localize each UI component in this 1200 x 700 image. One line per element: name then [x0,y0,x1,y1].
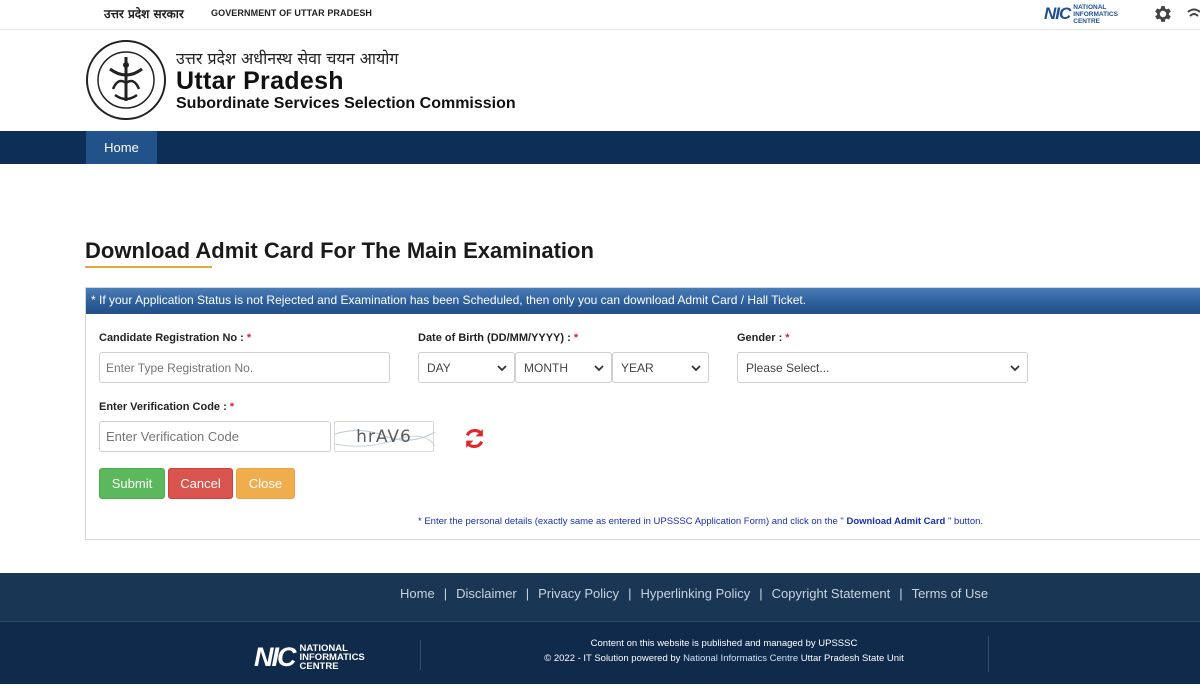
footer-separator: | [525,586,530,601]
gender-select[interactable]: Please Select... [737,352,1028,383]
dob-year-select[interactable]: YEAR [612,352,709,383]
gear-icon[interactable] [1152,3,1174,25]
footer-link-hyperlinking-policy[interactable]: Hyperlinking Policy [640,586,750,601]
gender-value: Please Select... [746,360,830,375]
footer-links-bar: Home | Disclaimer | Privacy Policy | Hyp… [0,573,1200,621]
required-mark: * [229,401,235,413]
footer-bottom: NIC NATIONAL INFORMATICS CENTRE Content … [0,621,1200,684]
gender-label: Gender : * [737,332,790,344]
footer-link-terms[interactable]: Terms of Use [912,586,989,601]
chevron-down-icon [691,365,701,372]
accessibility-icon[interactable] [1186,6,1200,24]
footer-separator: | [759,586,763,601]
chevron-down-icon [497,365,507,372]
footer-separator: | [899,586,903,601]
dob-label: Date of Birth (DD/MM/YYYY) : * [418,332,579,344]
chevron-down-icon [594,365,604,372]
org-hindi-name: उत्तर प्रदेश अधीनस्थ सेवा चयन आयोग [176,49,399,68]
footer-link-copyright[interactable]: Copyright Statement [772,586,891,601]
dob-day-value: DAY [427,360,451,375]
footer-separator: | [628,586,632,601]
footer-nic-link[interactable]: National Informatics Centre [683,653,798,664]
registration-input[interactable] [99,352,390,383]
instruction-note: * Enter the personal details (exactly sa… [418,516,984,527]
dob-day-select[interactable]: DAY [418,352,515,383]
title-underline [85,266,212,268]
main-nav: Home [0,131,1200,164]
up-government-emblem-icon[interactable] [85,39,167,121]
footer-link-home[interactable]: Home [400,586,435,601]
admit-card-form-panel: * If your Application Status is not Reje… [85,287,1200,540]
required-mark: * [246,332,252,344]
notice-banner: * If your Application Status is not Reje… [86,288,1200,314]
footer-content-note: Content on this website is published and… [590,638,858,649]
government-bar: उत्तर प्रदेश सरकार GOVERNMENT OF UTTAR P… [0,0,1200,30]
page-title: Download Admit Card For The Main Examina… [85,238,594,263]
dob-month-select[interactable]: MONTH [515,352,612,383]
submit-button[interactable]: Submit [99,468,165,499]
cancel-button[interactable]: Cancel [168,468,233,499]
footer-link-disclaimer[interactable]: Disclaimer [456,586,517,601]
footer-separator: | [443,586,448,601]
refresh-captcha-icon[interactable] [462,426,487,451]
gov-hindi-label: उत्तर प्रदेश सरकार [104,7,184,21]
org-name: Uttar Pradesh [176,67,344,95]
required-mark: * [785,332,790,344]
registration-label: Candidate Registration No : * [99,332,252,344]
close-button[interactable]: Close [236,468,295,499]
org-subtitle: Subordinate Services Selection Commissio… [176,95,516,112]
verification-code-input[interactable] [99,421,331,452]
dob-month-value: MONTH [524,360,568,375]
nav-item-home[interactable]: Home [86,131,157,164]
footer-link-privacy-policy[interactable]: Privacy Policy [538,586,619,601]
footer-copyright: © 2022 - IT Solution powered by National… [544,653,904,664]
required-mark: * [573,332,579,344]
dob-year-value: YEAR [621,360,654,375]
captcha-image: hrAV6 [334,421,435,452]
chevron-down-icon [1010,365,1020,372]
nic-logo-top[interactable]: NIC NATIONAL INFORMATICS CENTRE [1044,3,1118,25]
site-header: उत्तर प्रदेश अधीनस्थ सेवा चयन आयोग Uttar… [0,30,1200,131]
captcha-text: hrAV6 [356,426,412,447]
gov-english-label: GOVERNMENT OF UTTAR PRADESH [211,8,373,18]
nic-words: NATIONAL INFORMATICS CENTRE [1073,3,1118,25]
verification-label: Enter Verification Code : * [99,401,235,413]
nic-mark: NIC [1044,4,1071,23]
